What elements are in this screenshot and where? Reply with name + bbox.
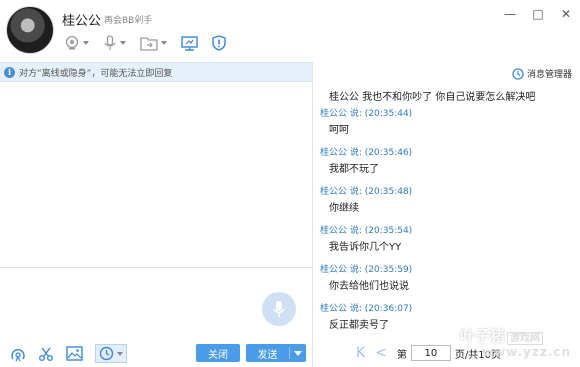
voice-call-button[interactable] — [101, 33, 128, 53]
message-meta: 桂公公 说: (20:35:46) — [320, 148, 413, 158]
close-window-button[interactable]: ✕ — [560, 8, 572, 20]
microphone-icon — [272, 301, 286, 317]
message-text: 呵呵 — [329, 125, 349, 136]
page-number-input[interactable] — [410, 345, 451, 361]
avatar[interactable] — [6, 6, 54, 54]
message-meta: 桂公公 说: (20:35:59) — [320, 265, 413, 275]
history-toggle-button[interactable] — [95, 344, 127, 363]
first-page-button[interactable]: K — [356, 345, 365, 361]
message-history-pane: 消息管理器 桂公公 我也不和你吵了 你自己说要怎么解决吧 桂公公 说: (20:… — [313, 62, 580, 367]
security-button[interactable] — [210, 33, 228, 53]
message-text: 你去给他们也说说 — [329, 281, 409, 292]
contact-name[interactable]: 桂公公 — [62, 10, 101, 29]
chat-header: 桂公公 再会BB剁手 — □ ✕ — [0, 0, 580, 62]
message-manager-link[interactable]: 消息管理器 — [512, 67, 572, 80]
send-options-dropdown[interactable] — [290, 350, 306, 356]
minimize-button[interactable]: — — [504, 8, 516, 20]
message-text: 你继续 — [329, 203, 359, 214]
maximize-button[interactable]: □ — [532, 8, 544, 20]
message-manager-label: 消息管理器 — [526, 70, 572, 80]
voice-input-button[interactable] — [262, 292, 296, 326]
chevron-down-icon — [294, 350, 302, 356]
message-item: 桂公公 说: (20:35:48) 你继续 — [320, 186, 575, 225]
clock-icon — [99, 346, 114, 361]
watermark-tag: 游戏网 — [507, 332, 544, 345]
page-label-before: 第 — [396, 349, 407, 361]
chevron-down-icon — [83, 41, 89, 45]
message-item: 桂公公 说: (20:35:46) 我都不玩了 — [320, 147, 575, 186]
screen-share-icon — [181, 35, 198, 51]
microphone-icon — [104, 35, 116, 50]
folder-icon — [140, 36, 158, 51]
message-item: 桂公公 说: (20:35:54) 我告诉你几个YY — [320, 225, 575, 264]
shield-icon — [212, 35, 226, 51]
window-controls: — □ ✕ — [504, 8, 572, 20]
scissors-icon[interactable] — [38, 346, 54, 362]
message-meta: 桂公公 说: (20:36:07) — [320, 304, 413, 314]
watermark-brand: 叶子猪 游戏网 — [460, 325, 544, 346]
watermark-url: www.yzz.cn — [482, 345, 572, 359]
message-text: 我告诉你几个YY — [329, 242, 402, 253]
chevron-down-icon — [117, 351, 123, 356]
message-item: 桂公公 说: (20:35:44) 呵呵 — [320, 108, 575, 147]
message-meta: 桂公公 说: (20:35:54) — [320, 226, 413, 236]
clock-icon — [512, 67, 524, 80]
notice-text: 对方“离线或隐身”，可能无法立即回复 — [19, 68, 173, 79]
contact-signature: 再会BB剁手 — [104, 16, 153, 26]
chat-toolbar — [62, 33, 236, 53]
send-label: 发送 — [257, 349, 278, 361]
message-meta: 桂公公 说: (20:35:48) — [320, 187, 413, 197]
send-file-button[interactable] — [138, 33, 169, 53]
message-text: 我都不玩了 — [329, 164, 379, 175]
chevron-down-icon — [161, 41, 167, 45]
message-input-area[interactable]: 关闭 发送 — [0, 268, 312, 367]
emoji-icon[interactable] — [10, 346, 26, 362]
message-list: 桂公公 说: (20:35:44) 呵呵 桂公公 说: (20:35:46) 我… — [320, 108, 575, 342]
message-text: 桂公公 我也不和你吵了 你自己说要怎么解决吧 — [329, 92, 536, 103]
input-toolbar — [10, 344, 127, 363]
watermark: 叶子猪 游戏网 www.yzz.cn — [460, 325, 580, 365]
offline-notice: i 对方“离线或隐身”，可能无法立即回复 — [0, 62, 312, 82]
video-call-button[interactable] — [62, 33, 91, 53]
image-icon[interactable] — [66, 346, 83, 361]
prev-page-button[interactable]: < — [375, 345, 387, 361]
message-item: 桂公公 说: (20:35:59) 你去给他们也说说 — [320, 264, 575, 303]
send-button[interactable]: 发送 — [246, 344, 306, 362]
remote-assist-button[interactable] — [179, 33, 200, 53]
video-call-icon — [65, 35, 79, 50]
info-icon: i — [4, 66, 15, 78]
message-meta: 桂公公 说: (20:35:44) — [320, 109, 413, 119]
close-button[interactable]: 关闭 — [196, 344, 240, 362]
watermark-brand-text: 叶子猪 — [460, 327, 506, 345]
chevron-down-icon — [120, 41, 126, 45]
